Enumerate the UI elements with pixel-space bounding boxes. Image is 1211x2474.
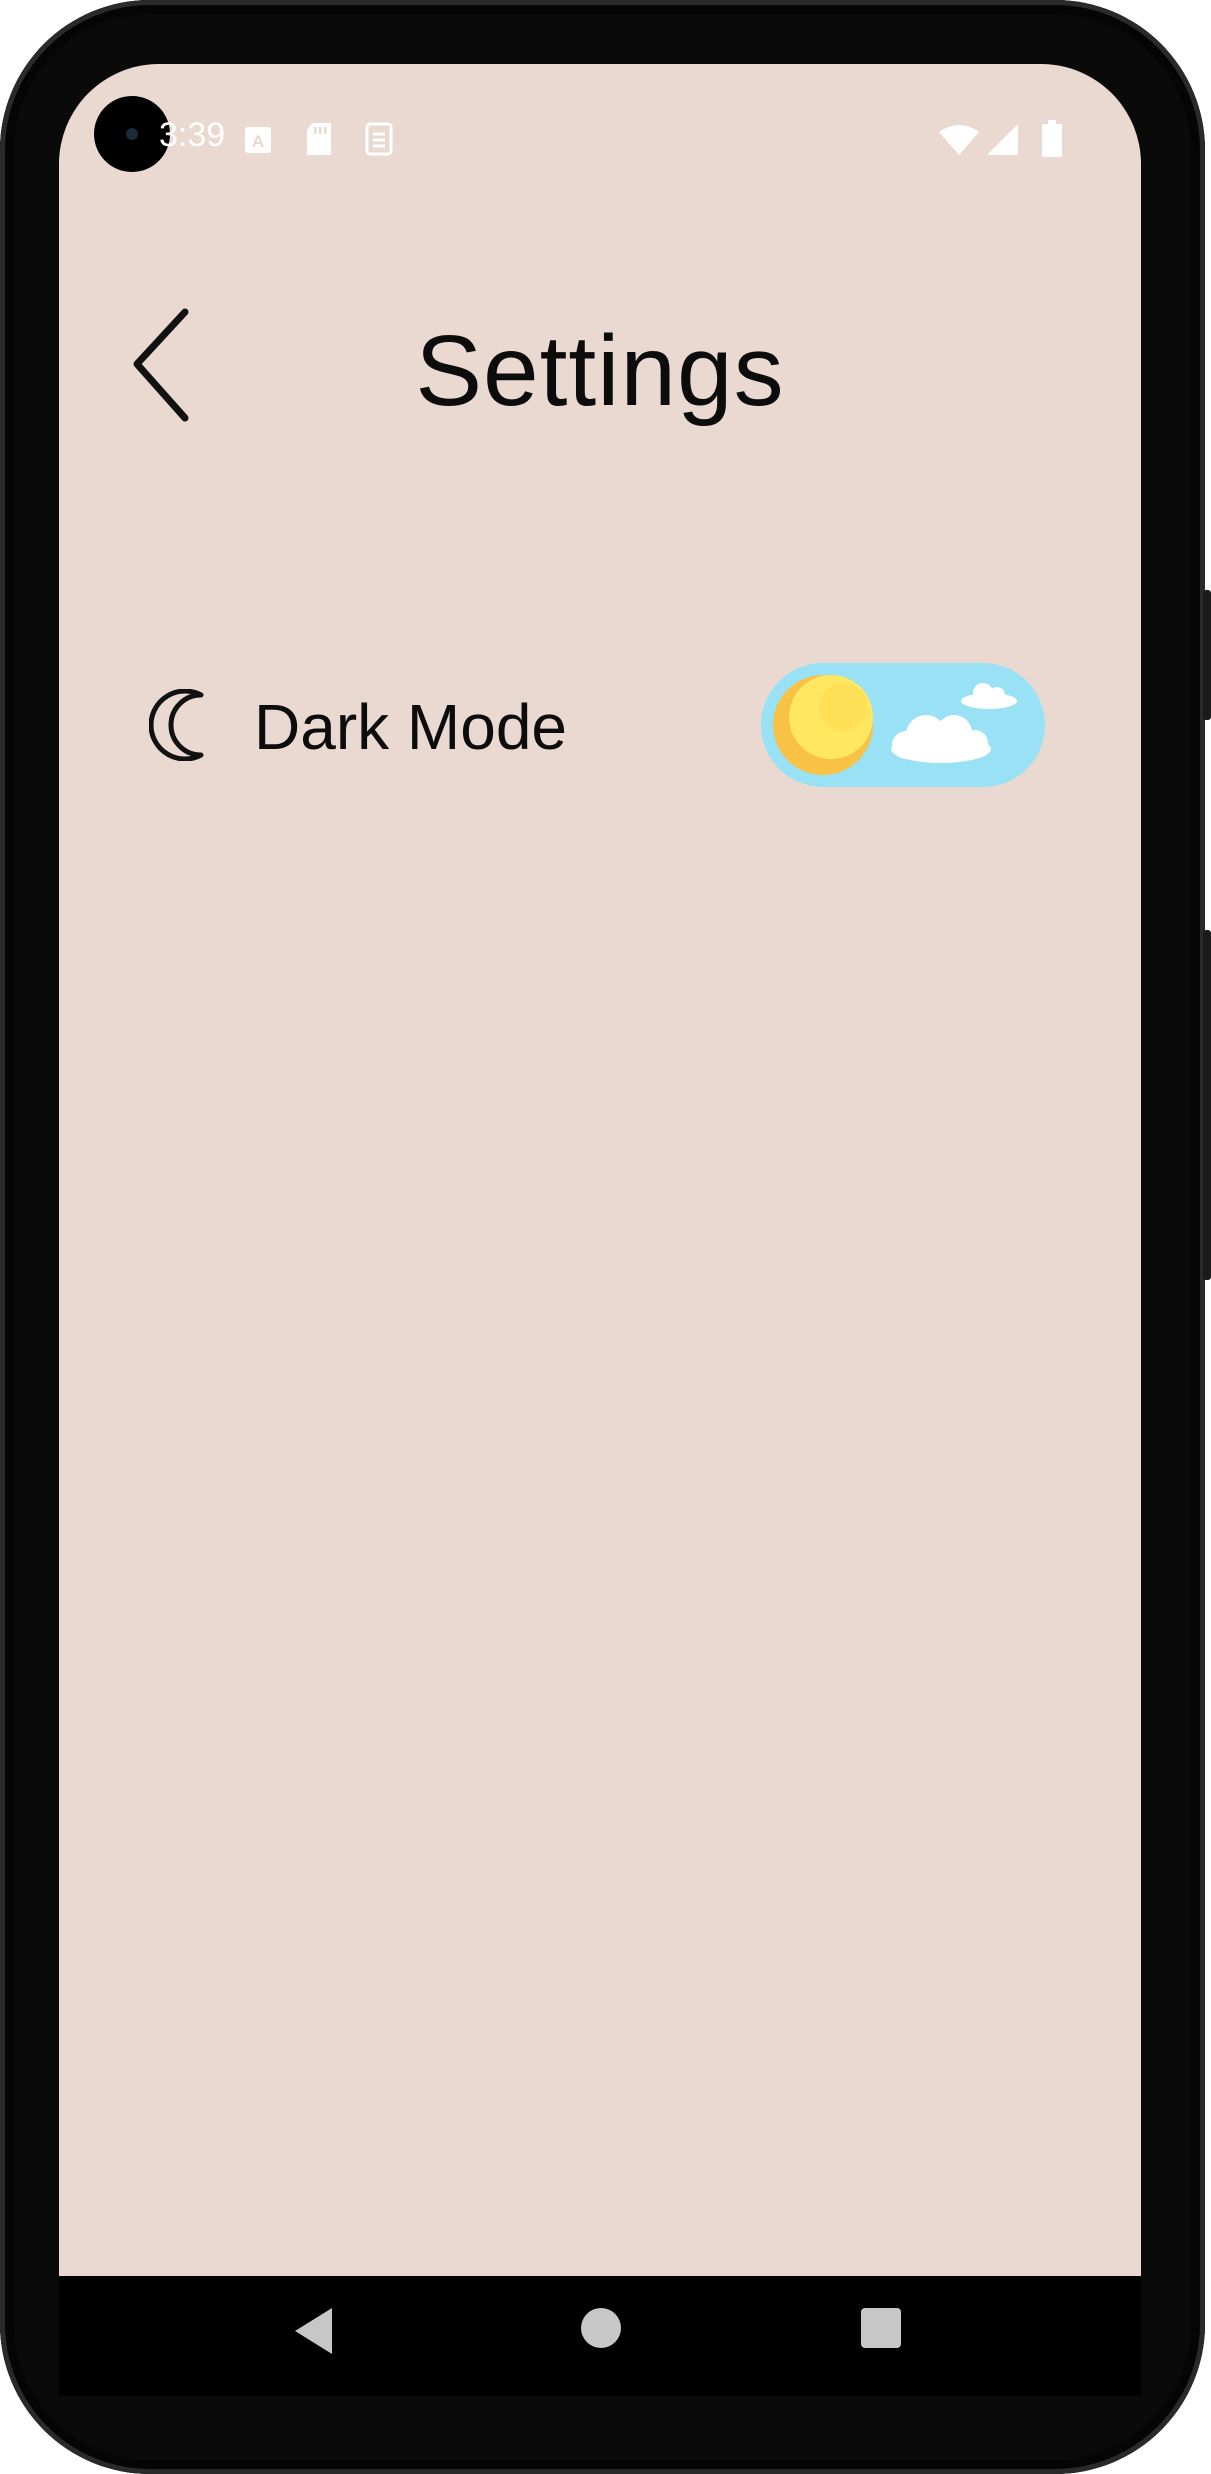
dark-mode-label: Dark Mode [254,691,567,763]
sd-card-icon [307,123,331,155]
volume-button [1203,930,1211,1280]
signal-icon [987,124,1018,155]
top-app-bar: Settings [59,294,1141,427]
app-screen: 3:39 A Settings Dark Mode [59,64,1141,2276]
device-frame: 3:39 A Settings Dark Mode [0,0,1211,2474]
battery-icon [1042,120,1062,157]
page-title: Settings [415,315,785,427]
day-toggle-illustration [773,675,1017,775]
dark-mode-toggle[interactable] [761,663,1045,787]
back-triangle-icon[interactable] [292,2306,336,2356]
home-circle-icon[interactable] [579,2306,623,2350]
wifi-icon [939,125,979,155]
small-cloud-icon [961,683,1017,709]
cloud-icon [891,715,991,763]
power-button [1203,590,1211,720]
sync-icon [365,122,393,156]
system-nav-bar [59,2276,1141,2396]
recents-square-icon[interactable] [859,2306,903,2350]
text-icon: A [245,127,271,153]
moon-icon [149,689,204,761]
status-time: 3:39 [159,116,226,154]
dark-mode-setting-row[interactable]: Dark Mode [59,654,1141,794]
svg-text:A: A [252,132,264,151]
